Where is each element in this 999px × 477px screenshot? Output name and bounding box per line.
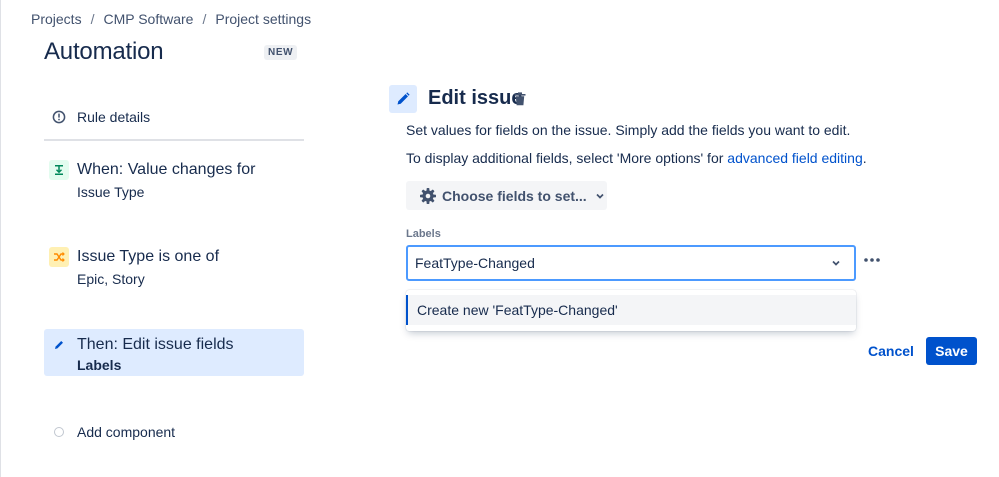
breadcrumb-separator: / — [202, 11, 207, 27]
cancel-button[interactable]: Cancel — [862, 337, 920, 365]
condition-icon — [49, 247, 69, 267]
rule-details-item[interactable]: Rule details — [44, 100, 304, 134]
component-action-selected[interactable]: Then: Edit issue fields Labels — [44, 329, 304, 376]
pencil-icon — [389, 85, 417, 113]
choose-fields-label: Choose fields to set... — [442, 187, 587, 204]
edit-description: Set values for fields on the issue. Simp… — [406, 122, 851, 138]
chevron-down-icon — [595, 191, 605, 201]
chevron-down-icon[interactable] — [824, 251, 848, 275]
breadcrumb-project-settings[interactable]: Project settings — [215, 11, 311, 27]
info-icon — [52, 110, 66, 124]
component-title: Issue Type is one of — [77, 248, 220, 265]
create-label-option[interactable]: Create new 'FeatType-Changed' — [406, 295, 856, 325]
add-component-dot-icon — [54, 427, 64, 437]
additional-fields-text: To display additional fields, select 'Mo… — [406, 150, 867, 166]
trash-icon[interactable] — [512, 91, 528, 107]
labels-field-label: Labels — [406, 228, 441, 240]
component-title: When: Value changes for — [77, 161, 256, 178]
breadcrumb-cmp-software[interactable]: CMP Software — [103, 11, 193, 27]
more-options-icon[interactable] — [860, 250, 884, 270]
edit-issue-title: Edit issue — [428, 87, 523, 109]
component-title: Then: Edit issue fields — [77, 336, 234, 353]
labels-select-input[interactable]: FeatType-Changed — [406, 245, 856, 281]
trigger-icon — [49, 160, 69, 180]
add-component-label: Add component — [77, 424, 176, 440]
advanced-field-editing-link[interactable]: advanced field editing — [727, 150, 862, 166]
component-condition[interactable]: Issue Type is one of Epic, Story — [44, 245, 304, 295]
save-button[interactable]: Save — [926, 337, 977, 365]
gear-icon — [418, 186, 438, 206]
labels-dropdown-menu: Create new 'FeatType-Changed' — [406, 290, 856, 331]
sidebar-divider — [44, 139, 304, 141]
additional-fields-prefix: To display additional fields, select 'Mo… — [406, 150, 728, 166]
page-title: Automation — [44, 38, 164, 65]
labels-input-value: FeatType-Changed — [415, 255, 535, 271]
rule-details-label: Rule details — [77, 109, 151, 125]
component-subtitle: Labels — [77, 357, 122, 373]
component-subtitle: Issue Type — [77, 184, 145, 200]
pencil-icon — [49, 335, 69, 355]
component-subtitle: Epic, Story — [77, 271, 145, 287]
additional-fields-suffix: . — [862, 150, 867, 166]
add-component-item[interactable]: Add component — [44, 420, 304, 444]
breadcrumb-projects[interactable]: Projects — [31, 11, 82, 27]
breadcrumb-separator: / — [90, 11, 95, 27]
component-trigger[interactable]: When: Value changes for Issue Type — [44, 158, 304, 208]
page-left-border — [0, 0, 1, 477]
new-badge: NEW — [264, 45, 298, 60]
choose-fields-button[interactable]: Choose fields to set... — [406, 181, 607, 210]
breadcrumb: Projects / CMP Software / Project settin… — [31, 11, 311, 27]
